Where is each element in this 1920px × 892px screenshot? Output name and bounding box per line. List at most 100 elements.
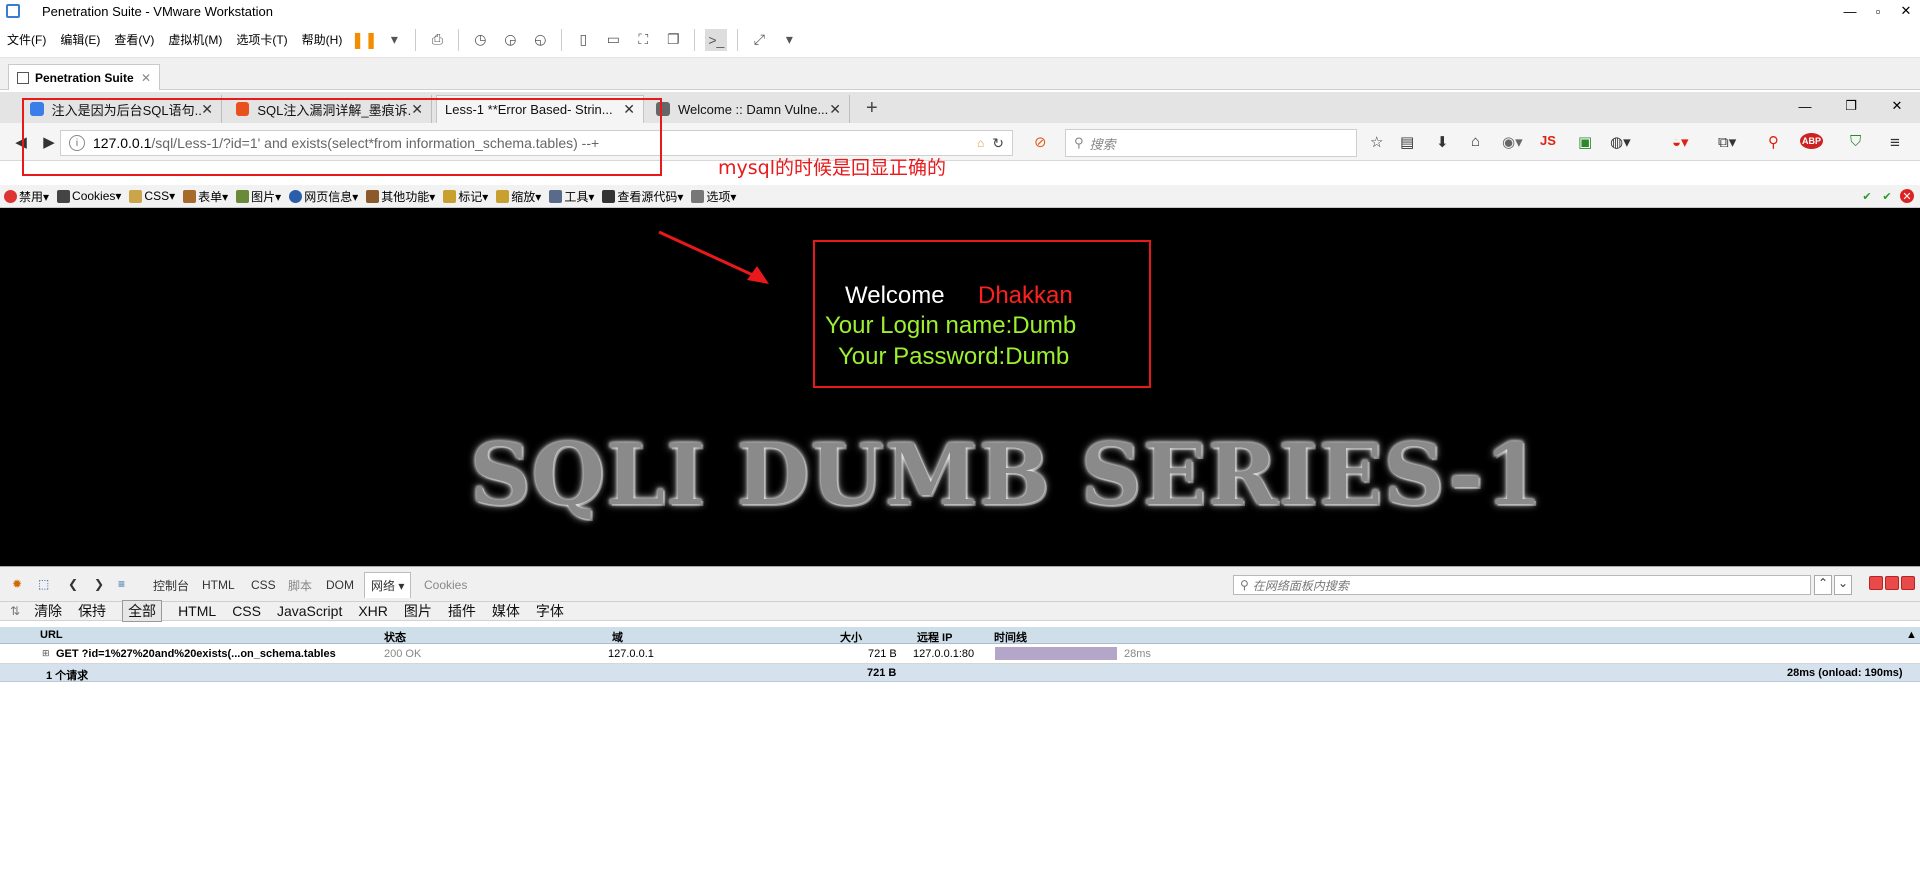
home-site-icon[interactable]: ⌂: [977, 136, 984, 150]
globe-icon[interactable]: ◉▾: [1502, 133, 1523, 151]
wd-misc[interactable]: 其他功能▾: [366, 188, 435, 205]
firebug-icon[interactable]: ✹: [12, 577, 22, 591]
sort-icon[interactable]: ▲: [1906, 629, 1917, 641]
reading-list-icon[interactable]: ▤: [1400, 133, 1414, 151]
zoom-icon[interactable]: ⚲: [1768, 133, 1779, 151]
js-toggle-icon[interactable]: JS: [1540, 133, 1556, 148]
filter-fonts[interactable]: 字体: [536, 601, 564, 621]
menu-help[interactable]: 帮助(H): [295, 31, 350, 48]
filter-plugins[interactable]: 插件: [448, 601, 476, 621]
menu-edit[interactable]: 编辑(E): [53, 31, 107, 48]
library-icon[interactable]: ▯: [572, 29, 594, 51]
close-panel-icon[interactable]: [1901, 576, 1915, 590]
wd-disable[interactable]: 禁用▾: [4, 188, 49, 205]
filter-css[interactable]: CSS: [232, 603, 261, 619]
image-icon[interactable]: ▣: [1578, 133, 1592, 151]
menu-view[interactable]: 查看(V): [107, 31, 161, 48]
stretch-dropdown-icon[interactable]: ▾: [778, 29, 800, 51]
command-editor-icon[interactable]: ≡: [118, 577, 125, 591]
column-size[interactable]: 大小: [840, 629, 862, 645]
wd-view-source[interactable]: 查看源代码▾: [602, 188, 683, 205]
wd-resize[interactable]: 缩放▾: [496, 188, 541, 205]
copy-icon[interactable]: ⧉▾: [1718, 133, 1736, 151]
check-icon[interactable]: ✔: [1860, 189, 1874, 203]
filter-html[interactable]: HTML: [178, 603, 216, 619]
network-search-input[interactable]: ⚲ 在网络面板内搜索: [1233, 575, 1811, 595]
vm-tab-penetration-suite[interactable]: Penetration Suite ✕: [8, 64, 160, 90]
hackbar-icon[interactable]: ◒▾: [1672, 133, 1689, 151]
tab-html[interactable]: HTML: [196, 572, 241, 598]
wd-css[interactable]: CSS▾: [129, 189, 175, 203]
filter-xhr[interactable]: XHR: [358, 603, 388, 619]
close-icon[interactable]: ✕: [141, 71, 151, 85]
close-icon[interactable]: ✕: [829, 101, 841, 118]
home-icon[interactable]: ⌂: [1471, 133, 1480, 150]
close-icon[interactable]: ✕: [1892, 0, 1920, 22]
tab-css[interactable]: CSS: [245, 572, 282, 598]
minimize-icon[interactable]: —: [1782, 92, 1828, 120]
inspect-icon[interactable]: ⬚: [38, 577, 49, 591]
chevron-down-icon[interactable]: ⌄: [1834, 575, 1852, 595]
pause-icon[interactable]: ❚❚: [351, 29, 378, 51]
wd-outline[interactable]: 标记▾: [443, 188, 488, 205]
filter-media[interactable]: 媒体: [492, 601, 520, 621]
filter-clear[interactable]: 清除: [34, 601, 62, 621]
menu-file[interactable]: 文件(F): [0, 31, 53, 48]
thumbnail-icon[interactable]: ▭: [602, 29, 624, 51]
menu-tabs[interactable]: 选项卡(T): [229, 31, 294, 48]
shield-icon[interactable]: ⛉: [1850, 133, 1861, 150]
tab-script[interactable]: 脚本: [282, 572, 318, 598]
palette-icon[interactable]: ◍▾: [1610, 133, 1631, 151]
snapshot-manager-icon[interactable]: ◵: [529, 29, 551, 51]
error-icon[interactable]: ✕: [1900, 189, 1914, 203]
tab-dom[interactable]: DOM: [320, 572, 360, 598]
tab-cookies[interactable]: Cookies: [418, 572, 473, 598]
stretch-icon[interactable]: ⤢: [748, 29, 770, 51]
forward-icon[interactable]: ❯: [94, 577, 104, 591]
expand-icon[interactable]: ⊞: [42, 648, 50, 659]
wd-tools[interactable]: 工具▾: [549, 188, 594, 205]
column-url[interactable]: URL: [40, 629, 63, 641]
pause-dropdown-icon[interactable]: ▾: [383, 29, 405, 51]
browser-tab-4[interactable]: Welcome :: Damn Vulne... ✕: [648, 95, 850, 123]
column-remote-ip[interactable]: 远程 IP: [917, 629, 952, 645]
console-icon[interactable]: >_: [705, 28, 728, 51]
column-domain[interactable]: 域: [612, 629, 623, 645]
wd-options[interactable]: 选项▾: [691, 188, 736, 205]
persist-icon[interactable]: ⇅: [10, 604, 20, 618]
check-icon[interactable]: ✔: [1880, 189, 1894, 203]
bookmark-star-icon[interactable]: ☆: [1370, 133, 1383, 151]
addon-icon[interactable]: ⊘: [1034, 133, 1047, 151]
wd-cookies[interactable]: Cookies▾: [57, 189, 121, 203]
adblock-icon[interactable]: ABP: [1800, 133, 1824, 149]
wd-page-info[interactable]: 网页信息▾: [289, 188, 358, 205]
tab-network[interactable]: 网络 ▾: [364, 572, 412, 598]
wd-images[interactable]: 图片▾: [236, 188, 281, 205]
filter-images[interactable]: 图片: [404, 601, 432, 621]
column-timeline[interactable]: 时间线: [994, 629, 1027, 645]
restore-icon[interactable]: ❐: [1828, 92, 1874, 120]
send-keys-icon[interactable]: ⎙: [426, 29, 448, 51]
detach-panel-icon[interactable]: [1885, 576, 1899, 590]
chevron-up-icon[interactable]: ⌃: [1814, 575, 1832, 595]
unity-icon[interactable]: ❐: [662, 29, 684, 51]
fullscreen-icon[interactable]: ⛶: [632, 29, 654, 51]
new-tab-icon[interactable]: +: [866, 97, 878, 120]
download-icon[interactable]: ⬇: [1436, 133, 1449, 151]
filter-js[interactable]: JavaScript: [277, 603, 342, 619]
column-status[interactable]: 状态: [384, 629, 406, 645]
search-input[interactable]: ⚲ 搜索: [1065, 129, 1357, 157]
tab-console[interactable]: 控制台: [147, 572, 195, 598]
close-icon[interactable]: ✕: [1874, 92, 1920, 120]
snapshot-icon[interactable]: ◷: [469, 29, 491, 51]
wd-forms[interactable]: 表单▾: [183, 188, 228, 205]
filter-persist[interactable]: 保持: [78, 601, 106, 621]
filter-all[interactable]: 全部: [122, 600, 163, 622]
minimize-icon[interactable]: —: [1836, 0, 1864, 22]
maximize-icon[interactable]: ▫: [1864, 0, 1892, 22]
menu-vm[interactable]: 虚拟机(M): [161, 31, 229, 48]
revert-snapshot-icon[interactable]: ◶: [499, 29, 521, 51]
table-row[interactable]: ⊞ GET ?id=1%27%20and%20exists(...on_sche…: [0, 644, 1920, 664]
back-icon[interactable]: ❮: [68, 577, 78, 591]
minimize-panel-icon[interactable]: [1869, 576, 1883, 590]
